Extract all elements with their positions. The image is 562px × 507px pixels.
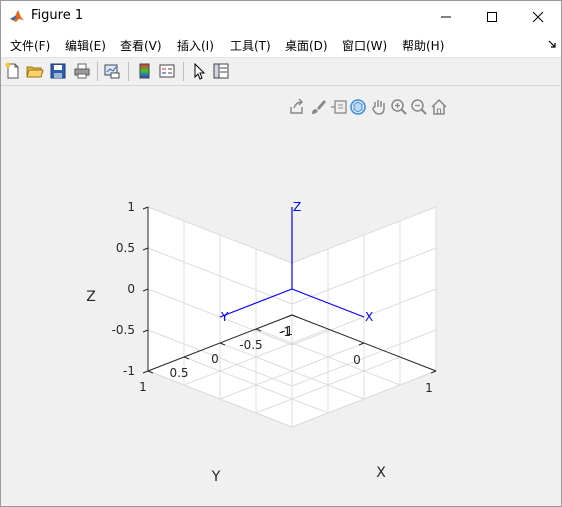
z-tick-label: -1 [123, 364, 135, 378]
toolbar-separator [183, 62, 184, 81]
figure-canvas[interactable]: -1 0 1 -1 -0.5 0 0.5 1 -1 -0.5 0 0.5 1 XYZ XYZ [1, 86, 561, 506]
link-plot-icon[interactable] [103, 62, 121, 80]
z-tick-label: -0.5 [112, 323, 135, 337]
z-tick-label: 1 [127, 200, 135, 214]
y-tick-label: -0.5 [239, 338, 262, 352]
figure-toolbar [1, 58, 561, 86]
tick-mark [142, 329, 149, 333]
y-tick-label: 0 [211, 352, 219, 366]
tick-mark [142, 370, 149, 374]
toolbar-separator [128, 62, 129, 81]
edit-plot-icon[interactable] [190, 62, 208, 80]
x-axis-label: X [376, 465, 386, 481]
menu-window[interactable]: 窗口(W) [342, 37, 387, 54]
z-tick-label: 0 [127, 282, 135, 296]
tick-mark [142, 247, 149, 251]
x-tick-label: 0 [353, 353, 361, 367]
new-figure-icon[interactable] [4, 62, 22, 80]
menu-file[interactable]: 文件(F) [10, 37, 50, 54]
figure-window: Figure 1 文件(F) 编辑(E) 查看(V) 插入(I) 工具(T) 桌… [0, 0, 562, 507]
menu-edit[interactable]: 编辑(E) [65, 37, 106, 54]
menu-help[interactable]: 帮助(H) [402, 37, 444, 54]
print-icon[interactable] [73, 62, 91, 80]
menu-desktop[interactable]: 桌面(D) [285, 37, 328, 54]
series-label-z: Z [293, 200, 301, 214]
x-tick-label: 1 [425, 381, 433, 395]
matlab-icon [9, 8, 25, 24]
axes-3d[interactable]: -101-1-0.500.51-1-0.500.51 XYZ XYZ [1, 86, 561, 506]
tick-mark [142, 206, 149, 210]
minimize-icon [441, 16, 451, 17]
series-label-y: Y [220, 310, 229, 324]
save-icon[interactable] [49, 62, 67, 80]
title-bar[interactable]: Figure 1 [1, 1, 561, 32]
z-axis-label: Z [86, 289, 96, 305]
insert-colorbar-icon[interactable] [136, 62, 154, 80]
y-tick-label: 0.5 [169, 366, 188, 380]
z-tick-label: 0.5 [116, 241, 135, 255]
y-tick-label: 1 [139, 380, 147, 394]
minimize-button[interactable] [423, 1, 469, 32]
series-label-x: X [365, 310, 373, 324]
menu-insert[interactable]: 插入(I) [177, 37, 214, 54]
maximize-button[interactable] [469, 1, 515, 32]
y-axis-label: Y [211, 469, 221, 485]
property-inspector-icon[interactable] [212, 62, 230, 80]
menu-view[interactable]: 查看(V) [120, 37, 162, 54]
open-file-icon[interactable] [26, 62, 44, 80]
dock-arrow-icon[interactable] [548, 40, 557, 49]
toolbar-separator [97, 62, 98, 81]
menu-tools[interactable]: 工具(T) [230, 37, 271, 54]
close-button[interactable] [515, 1, 561, 32]
maximize-icon [487, 11, 497, 22]
tick-mark [142, 288, 149, 292]
y-tick-label: -1 [281, 324, 293, 338]
menu-bar: 文件(F) 编辑(E) 查看(V) 插入(I) 工具(T) 桌面(D) 窗口(W… [1, 32, 561, 58]
window-title: Figure 1 [31, 8, 84, 23]
close-icon [532, 11, 544, 22]
insert-legend-icon[interactable] [158, 62, 176, 80]
